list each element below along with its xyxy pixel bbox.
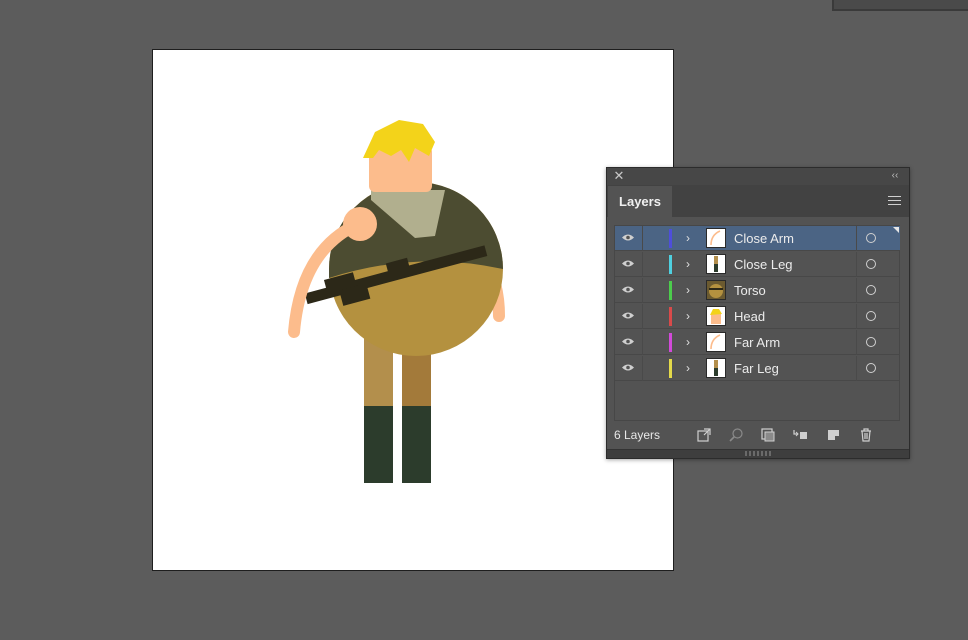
export-icon[interactable] (696, 427, 712, 443)
layer-color-swatch (669, 333, 672, 352)
layer-color-swatch (669, 281, 672, 300)
layer-target-circle[interactable] (866, 363, 876, 373)
close-leg-boot[interactable] (364, 406, 393, 483)
layer-thumbnail (706, 306, 726, 326)
layer-name[interactable]: Close Leg (734, 252, 793, 277)
far-leg-boot[interactable] (402, 406, 431, 483)
layer-thumbnail (706, 280, 726, 300)
delete-icon[interactable] (858, 427, 874, 443)
close-icon[interactable]: ✕ (613, 169, 625, 183)
chevron-right-icon[interactable]: › (683, 255, 693, 274)
column-divider (856, 330, 857, 355)
artboard[interactable] (152, 49, 674, 571)
layer-row[interactable]: › Torso (615, 278, 900, 303)
panel-titlebar[interactable]: ✕ ‹‹ (607, 168, 909, 186)
face-shape[interactable] (369, 146, 432, 192)
layer-row[interactable]: › Close Arm (615, 226, 900, 251)
layer-count: 6 Layers (614, 428, 661, 442)
docked-panel-edge (832, 0, 968, 11)
new-sublayer-icon[interactable] (826, 427, 842, 443)
lock-column[interactable] (642, 356, 643, 381)
visibility-eye-icon[interactable] (621, 285, 635, 294)
layer-list: › Close Arm › Close Leg › Torso › Head › Far Arm ›… (614, 225, 900, 421)
panel-resize-handle[interactable] (607, 449, 909, 458)
panel-menu-icon[interactable] (888, 196, 901, 206)
tab-layers[interactable]: Layers (608, 186, 672, 218)
column-divider (856, 356, 857, 381)
selection-indicator (893, 227, 899, 233)
layer-row[interactable]: › Far Arm (615, 330, 900, 355)
layer-target-circle[interactable] (866, 259, 876, 269)
close-hand-shape[interactable] (343, 207, 377, 241)
lock-column[interactable] (642, 226, 643, 251)
layer-thumbnail (706, 358, 726, 378)
layer-name[interactable]: Close Arm (734, 226, 794, 251)
visibility-eye-icon[interactable] (621, 259, 635, 268)
layer-target-circle[interactable] (866, 311, 876, 321)
panel-tab-row: Layers (607, 185, 909, 218)
layer-color-swatch (669, 307, 672, 326)
lock-column[interactable] (642, 278, 643, 303)
column-divider (856, 278, 857, 303)
visibility-eye-icon[interactable] (621, 363, 635, 372)
chevron-right-icon[interactable]: › (683, 359, 693, 378)
visibility-eye-icon[interactable] (621, 337, 635, 346)
column-divider (856, 226, 857, 251)
layer-target-circle[interactable] (866, 337, 876, 347)
chevron-right-icon[interactable]: › (683, 229, 693, 248)
visibility-eye-icon[interactable] (621, 311, 635, 320)
panel-footer: 6 Layers (607, 424, 909, 448)
layer-color-swatch (669, 255, 672, 274)
column-divider (856, 252, 857, 277)
layer-color-swatch (669, 359, 672, 378)
visibility-eye-icon[interactable] (621, 233, 635, 242)
chevron-right-icon[interactable]: › (683, 307, 693, 326)
layer-row[interactable]: › Close Leg (615, 252, 900, 277)
character-illustration[interactable] (153, 50, 673, 570)
layer-thumbnail (706, 228, 726, 248)
layer-color-swatch (669, 229, 672, 248)
layer-name[interactable]: Far Leg (734, 356, 779, 381)
layer-row[interactable]: › Far Leg (615, 356, 900, 381)
lock-column[interactable] (642, 330, 643, 355)
column-divider (856, 304, 857, 329)
layer-thumbnail (706, 332, 726, 352)
lock-column[interactable] (642, 252, 643, 277)
layer-target-circle[interactable] (866, 233, 876, 243)
layer-row[interactable]: › Head (615, 304, 900, 329)
collapse-icon[interactable]: ‹‹ (889, 169, 901, 183)
move-selection-icon[interactable] (792, 427, 808, 443)
layer-target-circle[interactable] (866, 285, 876, 295)
clipping-mask-icon[interactable] (760, 427, 776, 443)
layer-name[interactable]: Far Arm (734, 330, 780, 355)
layer-thumbnail (706, 254, 726, 274)
lock-column[interactable] (642, 304, 643, 329)
chevron-right-icon[interactable]: › (683, 333, 693, 352)
layer-name[interactable]: Torso (734, 278, 766, 303)
layers-panel: ✕ ‹‹ Layers › Close Arm › Close Leg › Torso › H… (606, 167, 910, 459)
chevron-right-icon[interactable]: › (683, 281, 693, 300)
search-icon[interactable] (728, 427, 744, 443)
layer-name[interactable]: Head (734, 304, 765, 329)
